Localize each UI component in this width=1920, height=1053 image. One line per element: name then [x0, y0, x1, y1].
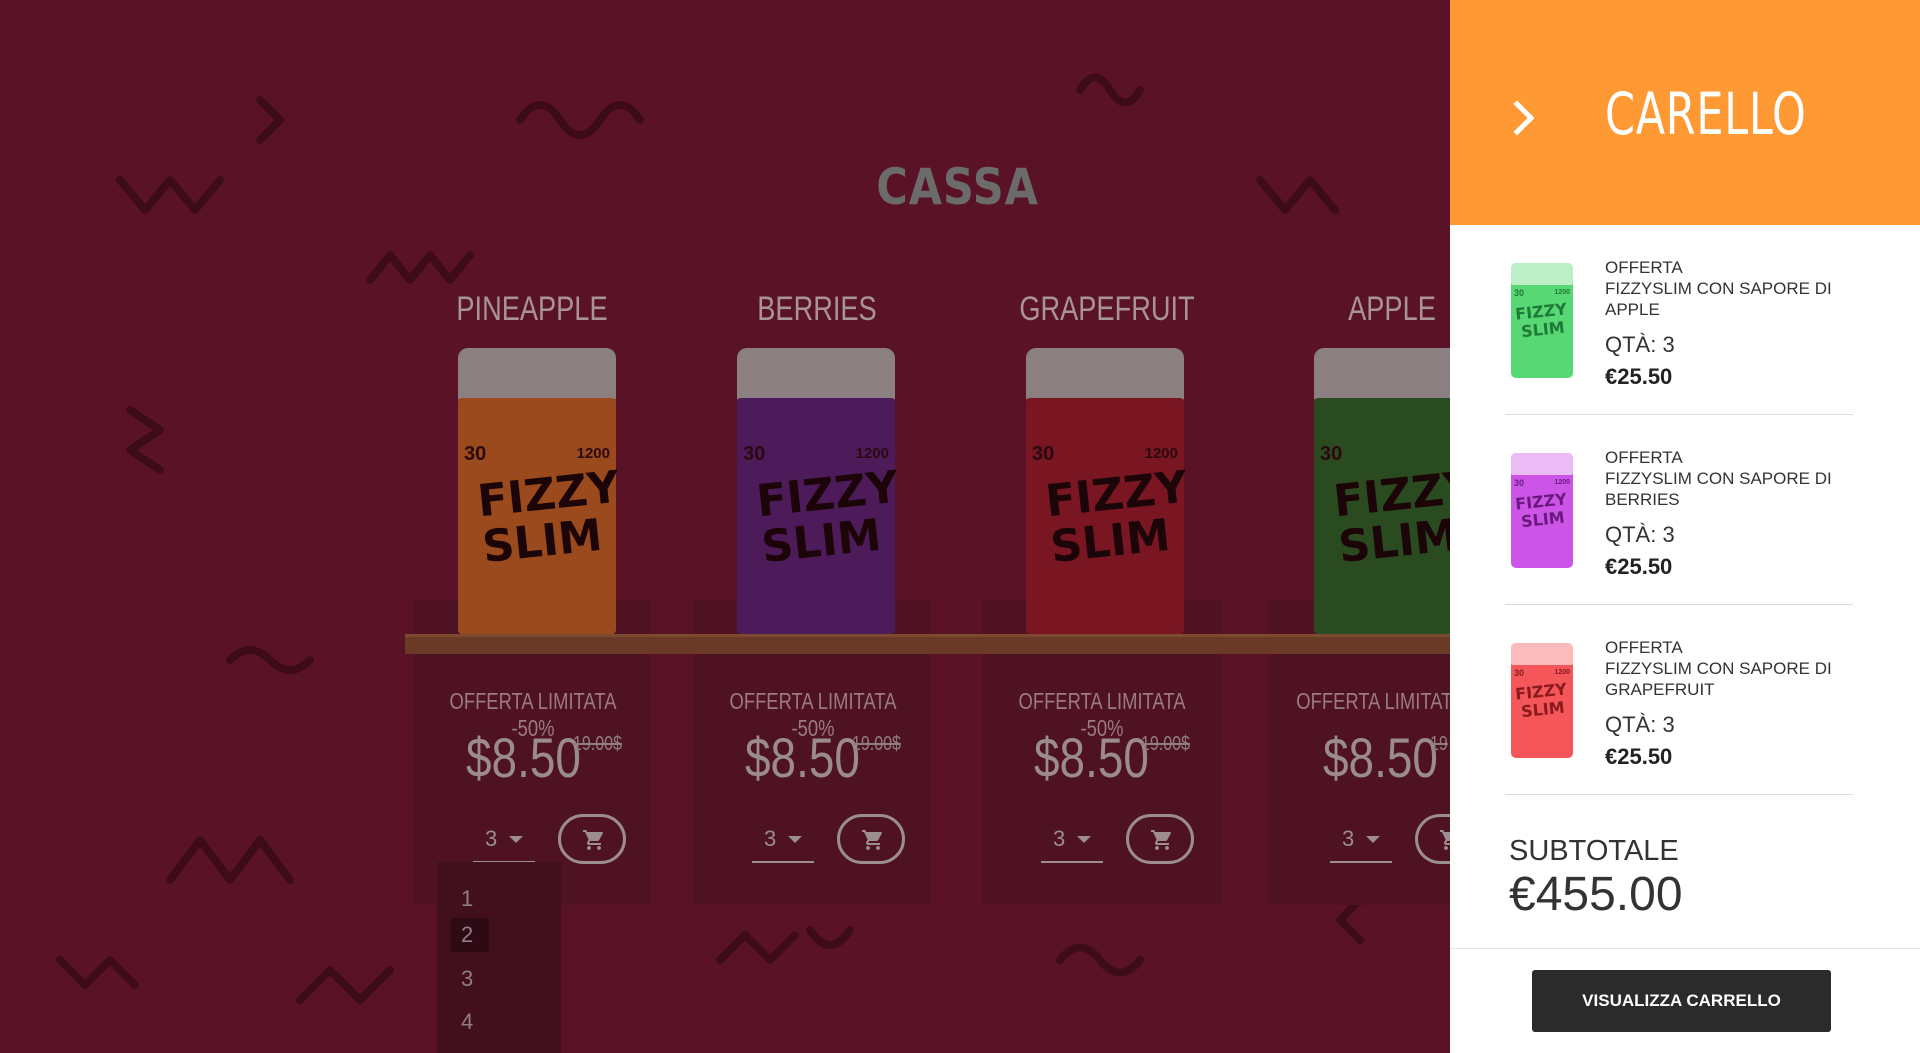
cart-item: 30 1200 FIZZY SLIM OFFERTA FIZZYSLIM CON…	[1505, 415, 1853, 605]
cart-icon	[583, 830, 603, 850]
quantity-select[interactable]: 3	[1041, 818, 1103, 863]
cart-item-label: OFFERTA	[1605, 638, 1683, 657]
cart-item: 30 1200 FIZZY SLIM OFFERTA FIZZYSLIM CON…	[1505, 225, 1853, 415]
cart-icon	[862, 830, 882, 850]
cart-item-quantity: QTÀ: 3	[1605, 522, 1675, 547]
chevron-down-icon	[1366, 836, 1380, 843]
subtotal-value: €455.00	[1509, 868, 1683, 921]
dropdown-option[interactable]: 1	[451, 882, 489, 916]
product-image-1: 30 1200 FIZZY SLIM	[737, 348, 901, 634]
shelf	[405, 634, 1455, 654]
product-name: BERRIES	[757, 290, 877, 328]
cart-item-price: €25.50	[1605, 744, 1673, 769]
chevron-down-icon	[1077, 836, 1091, 843]
product-image-0: 30 1200 FIZZY SLIM	[458, 348, 622, 634]
cart-icon	[1151, 830, 1171, 850]
quantity-select[interactable]: 3	[473, 818, 535, 863]
cart-item-name[interactable]: FIZZYSLIM CON SAPORE DI GRAPEFRUIT	[1605, 658, 1853, 700]
cart-item-price: €25.50	[1605, 554, 1673, 579]
quantity-dropdown-menu: 1 2 3 4	[437, 862, 561, 1053]
cart-item-label: OFFERTA	[1605, 258, 1683, 277]
product-old-price: 19.00$	[852, 733, 901, 755]
cart-item-price: €25.50	[1605, 364, 1673, 389]
cart-item-label: OFFERTA	[1605, 448, 1683, 467]
product-old-price: 19.00$	[1141, 733, 1190, 755]
chevron-down-icon	[509, 836, 523, 843]
cart-item-image: 30 1200 FIZZY SLIM	[1511, 453, 1573, 568]
cart-header: CARELLO	[1450, 0, 1920, 225]
cart-title: CARELLO	[1605, 80, 1807, 148]
add-to-cart-button[interactable]	[837, 814, 905, 864]
divider	[1450, 948, 1920, 949]
product-price: $8.50	[745, 726, 860, 789]
dropdown-option[interactable]: 3	[451, 962, 489, 996]
product-price: $8.50	[466, 726, 581, 789]
dropdown-option[interactable]: 4	[451, 1005, 489, 1039]
subtotal-label: SUBTOTALE	[1509, 835, 1679, 867]
add-to-cart-button[interactable]	[558, 814, 626, 864]
cart-items-list: 30 1200 FIZZY SLIM OFFERTA FIZZYSLIM CON…	[1505, 225, 1853, 795]
cart-item: 30 1200 FIZZY SLIM OFFERTA FIZZYSLIM CON…	[1505, 605, 1853, 795]
cart-item-quantity: QTÀ: 3	[1605, 712, 1675, 737]
product-name: PINEAPPLE	[456, 290, 608, 328]
add-to-cart-button[interactable]	[1126, 814, 1194, 864]
quantity-select[interactable]: 3	[1330, 818, 1392, 863]
product-image-3: 30 1 FIZZY SLIM	[1314, 348, 1478, 634]
cart-item-quantity: QTÀ: 3	[1605, 332, 1675, 357]
view-cart-button[interactable]: VISUALIZZA CARRELLO	[1532, 970, 1831, 1032]
dropdown-option-highlighted[interactable]: 2	[451, 918, 489, 952]
chevron-right-icon[interactable]	[1505, 98, 1545, 138]
cart-drawer: CARELLO 30 1200 FIZZY SLIM OFFERTA FIZZY…	[1450, 0, 1920, 1053]
product-old-price: 19.00$	[573, 733, 622, 755]
cart-item-name[interactable]: FIZZYSLIM CON SAPORE DI APPLE	[1605, 278, 1853, 320]
quantity-select[interactable]: 3	[752, 818, 814, 863]
product-image-2: 30 1200 FIZZY SLIM	[1026, 348, 1190, 634]
chevron-down-icon	[788, 836, 802, 843]
cart-item-image: 30 1200 FIZZY SLIM	[1511, 263, 1573, 378]
product-name: GRAPEFRUIT	[1019, 290, 1195, 328]
cart-item-image: 30 1200 FIZZY SLIM	[1511, 643, 1573, 758]
product-price: $8.50	[1323, 726, 1438, 789]
cart-item-name[interactable]: FIZZYSLIM CON SAPORE DI BERRIES	[1605, 468, 1853, 510]
product-price: $8.50	[1034, 726, 1149, 789]
product-old-price: 19	[1430, 733, 1448, 755]
